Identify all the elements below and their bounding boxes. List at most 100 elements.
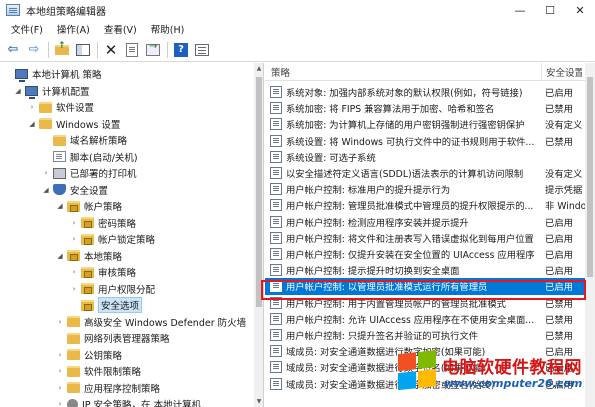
- tree-item-label: 应用程序控制策略: [84, 383, 161, 395]
- tree-item-label: 用户权限分配: [98, 284, 156, 296]
- tree-item-software-settings[interactable]: › 软件设置: [27, 99, 94, 116]
- collapsed-icon[interactable]: ›: [55, 351, 65, 359]
- policy-row[interactable]: 用户帐户控制: 将文件和注册表写入错误虚拟化到每用户位置 已启用: [265, 230, 585, 246]
- list-view-button[interactable]: [193, 41, 211, 59]
- help-button[interactable]: ?: [172, 41, 190, 59]
- collapsed-icon[interactable]: ›: [69, 235, 79, 243]
- column-header-security-setting[interactable]: 安全设置: [542, 65, 582, 79]
- policy-name: 用户帐户控制: 只提升签名并验证的可执行文件: [286, 331, 479, 343]
- policy-row[interactable]: 用户帐户控制: 管理员批准模式中管理员的提升权限提示的... 非 Windows: [265, 197, 585, 213]
- policy-row[interactable]: 用户帐户控制: 检测应用程序安装并提示提升 已启用: [265, 214, 585, 230]
- tree-item-label: 本地策略: [84, 251, 123, 263]
- expanded-icon[interactable]: ◢: [13, 87, 23, 95]
- policy-name: 以安全描述符定义语言(SDDL)语法表示的计算机访问限制: [286, 169, 524, 181]
- forward-button[interactable]: ⇨: [25, 41, 43, 59]
- tree-item-label: 软件限制策略: [84, 367, 142, 379]
- close-button[interactable]: ✕: [565, 0, 595, 20]
- tree-item-name-resolution-policy[interactable]: 域名解析策略: [41, 132, 127, 149]
- tree-item-computer-config[interactable]: ◢ 计算机配置: [13, 83, 90, 100]
- show-pane-button[interactable]: [74, 41, 92, 59]
- policy-row[interactable]: 用户帐户控制: 标准用户的提升提示行为 提示凭据: [265, 181, 585, 197]
- policy-row[interactable]: 系统设置: 可选子系统: [265, 149, 585, 165]
- menu-action[interactable]: 操作(A): [50, 22, 97, 36]
- collapsed-icon[interactable]: ›: [55, 367, 65, 375]
- list-scroll-thumb[interactable]: [587, 77, 593, 277]
- export-button[interactable]: [144, 41, 162, 59]
- collapsed-icon[interactable]: ›: [41, 169, 51, 177]
- maximize-button[interactable]: ☐: [535, 0, 565, 20]
- policy-icon: [270, 167, 282, 180]
- up-folder-button[interactable]: [53, 41, 71, 59]
- expanded-icon[interactable]: ◢: [41, 186, 51, 194]
- policy-icon: [270, 345, 282, 358]
- tree-item-lockout-policy[interactable]: › 帐户锁定策略: [69, 231, 155, 248]
- tree-item-password-policy[interactable]: › 密码策略: [69, 215, 136, 232]
- scroll-down-icon[interactable]: ▼: [254, 398, 263, 405]
- policy-setting: 没有定义: [545, 169, 583, 181]
- ipsec-icon: [67, 398, 78, 407]
- collapsed-icon[interactable]: ›: [55, 384, 65, 392]
- delete-button[interactable]: ✕: [102, 41, 120, 59]
- collapsed-icon[interactable]: ›: [55, 318, 65, 326]
- policy-row[interactable]: 用户帐户控制: 仅提升安装在安全位置的 UIAccess 应用程序 已启用: [265, 246, 585, 262]
- tree-item-user-rights[interactable]: › 用户权限分配: [69, 281, 155, 298]
- policy-name: 系统对象: 加强内部系统对象的默认权限(例如，符号链接): [286, 88, 523, 100]
- menu-help[interactable]: 帮助(H): [144, 22, 192, 36]
- column-header-policy[interactable]: 策略: [265, 63, 542, 81]
- properties-button[interactable]: [123, 41, 141, 59]
- policy-row[interactable]: 以安全描述符定义语言(SDDL)语法表示的计算机访问限制 没有定义: [265, 165, 585, 181]
- tree-item-label: 已部署的打印机: [70, 169, 137, 181]
- toolbar: ⇦ ⇨ ✕ ?: [0, 38, 595, 62]
- expanded-icon[interactable]: ◢: [55, 252, 65, 260]
- tree-scrollbar[interactable]: ▲ ▼: [254, 63, 263, 407]
- tree-item-network-list-policies[interactable]: 网络列表管理器策略: [55, 330, 170, 347]
- tree-item-software-restriction[interactable]: › 软件限制策略: [55, 363, 141, 380]
- tree-item-ip-security-policies[interactable]: › IP 安全策略，在 本地计算机: [55, 396, 201, 407]
- policy-row[interactable]: 系统设置: 将 Windows 可执行文件中的证书规则用于软件... 已禁用: [265, 133, 585, 149]
- policy-name: 系统设置: 可选子系统: [286, 152, 376, 164]
- tree-item-local-policies[interactable]: ◢ 本地策略: [55, 248, 122, 265]
- tree-scroll-thumb[interactable]: [256, 77, 262, 307]
- tree-pane[interactable]: 本地计算机 策略 ◢ 计算机配置 › 软件设置 ◢ Windows 设置 域名解…: [0, 63, 264, 407]
- window-controls: — ☐ ✕: [505, 0, 595, 20]
- tree-item-local-computer-policy[interactable]: 本地计算机 策略: [3, 66, 102, 83]
- tree-item-defender-firewall[interactable]: › 高级安全 Windows Defender 防火墙: [55, 314, 246, 331]
- tree-item-security-settings[interactable]: ◢ 安全设置: [41, 182, 108, 199]
- folder-icon: [67, 365, 80, 377]
- minimize-button[interactable]: —: [505, 0, 535, 20]
- tree-item-audit-policy[interactable]: › 审核策略: [69, 264, 136, 281]
- policy-row[interactable]: 系统对象: 加强内部系统对象的默认权限(例如，符号链接) 已启用: [265, 84, 585, 100]
- scroll-up-icon[interactable]: ▲: [254, 65, 263, 72]
- collapsed-icon[interactable]: ›: [69, 285, 79, 293]
- collapsed-icon[interactable]: ›: [69, 219, 79, 227]
- policy-name: 用户帐户控制: 允许 UIAccess 应用程序在不使用安全桌面...: [286, 314, 535, 326]
- collapsed-icon[interactable]: ›: [55, 400, 65, 407]
- collapsed-icon[interactable]: ›: [69, 268, 79, 276]
- policy-row[interactable]: 用户帐户控制: 提示提升时切换到安全桌面 已启用: [265, 262, 585, 278]
- windows-logo-icon: [398, 350, 438, 392]
- menu-view[interactable]: 查看(V): [97, 22, 144, 36]
- tree-item-security-options[interactable]: 安全选项: [69, 297, 143, 314]
- menu-file[interactable]: 文件(F): [4, 22, 50, 36]
- policy-icon: [270, 215, 282, 228]
- tree-item-public-key-policies[interactable]: › 公钥策略: [55, 347, 122, 364]
- policy-row[interactable]: 系统加密: 将 FIPS 兼容算法用于加密、哈希和签名 已禁用: [265, 100, 585, 116]
- tree-item-label: 公钥策略: [84, 350, 123, 362]
- policy-icon: [270, 312, 282, 325]
- tree-item-scripts[interactable]: 脚本(启动/关机): [41, 149, 138, 166]
- policy-row[interactable]: 用户帐户控制: 允许 UIAccess 应用程序在不使用安全桌面... 已禁用: [265, 311, 585, 327]
- tree-item-deployed-printers[interactable]: › 已部署的打印机: [41, 165, 137, 182]
- policy-row[interactable]: 用户帐户控制: 只提升签名并验证的可执行文件 已禁用: [265, 327, 585, 343]
- back-button[interactable]: ⇦: [4, 41, 22, 59]
- tree-item-windows-settings[interactable]: ◢ Windows 设置: [27, 116, 120, 133]
- policy-row[interactable]: 系统加密: 为计算机上存储的用户密钥强制进行强密钥保护 没有定义: [265, 116, 585, 132]
- expanded-icon[interactable]: ◢: [55, 202, 65, 210]
- tree-item-app-control-policies[interactable]: › 应用程序控制策略: [55, 380, 160, 397]
- printer-icon: [53, 167, 66, 179]
- tree-item-label: IP 安全策略，在 本地计算机: [82, 400, 202, 407]
- folder-icon: [39, 118, 52, 130]
- policy-name: 用户帐户控制: 管理员批准模式中管理员的提升权限提示的...: [286, 201, 534, 213]
- expanded-icon[interactable]: ◢: [27, 120, 37, 128]
- tree-item-account-policies[interactable]: ◢ 帐户策略: [55, 198, 122, 215]
- collapsed-icon[interactable]: ›: [27, 103, 37, 111]
